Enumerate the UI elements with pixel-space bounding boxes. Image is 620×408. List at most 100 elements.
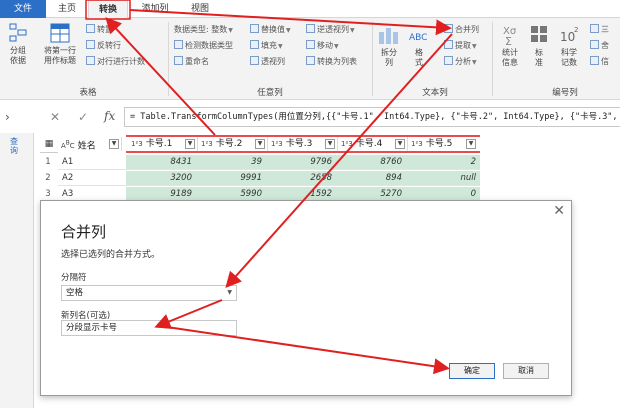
tab-view[interactable]: 视图 [182,0,218,18]
statistics-button[interactable]: Xσ Σ 统计 信息 [496,24,524,68]
separator-value: 空格 [66,288,84,298]
convert-to-list-button[interactable]: 转换为列表 [306,56,357,68]
parse-icon [444,56,453,65]
filter-dropdown-icon[interactable]: ▼ [255,139,265,149]
table-menu-icon[interactable]: ▦ [40,135,58,153]
to-list-label: 转换为列表 [317,57,357,66]
column-header-card-3[interactable]: 1²3 卡号.3 ▼ [268,137,338,151]
tab-transform[interactable]: 转换 [88,0,128,19]
tab-home[interactable]: 主页 [50,0,84,18]
table-row[interactable]: 2 A2 3200 9991 2658 894 null [40,171,480,186]
dialog-title: 合并列 [61,223,107,241]
move-button[interactable]: 移动▼ [306,40,339,52]
separator-select[interactable]: 空格 ▼ [61,285,237,301]
svg-text:Σ: Σ [505,35,512,46]
column-header-card-4[interactable]: 1²3 卡号.4 ▼ [338,137,408,151]
format-label: 格 式 [415,48,423,67]
count-rows-label: 对行进行计数 [97,57,145,66]
tab-file[interactable]: 文件 [0,0,46,18]
split-column-label: 拆分 列 [381,48,397,67]
move-icon [306,40,315,49]
table-cell[interactable]: null [406,171,480,186]
reverse-rows-button[interactable]: 反转行 [86,40,121,52]
pivot-label: 透视列 [261,57,285,66]
table-cell[interactable]: 9991 [196,171,266,186]
replace-values-button[interactable]: 替换值▼ [250,24,291,36]
column-header-name[interactable]: ABC 姓名 ▼ [58,137,122,151]
round-button[interactable]: 舍 [590,40,609,52]
formula-bar: › ✕ ✓ fx = Table.TransformColumnTypes(用位… [0,103,620,133]
detect-type-button[interactable]: 检测数据类型 [174,40,233,52]
standard-button[interactable]: 标 准 [528,24,550,68]
separator-label: 分隔符 [61,273,87,283]
group-by-label: 分组 依据 [10,46,26,65]
confirm-formula-icon[interactable]: ✓ [78,110,88,124]
tab-add-column[interactable]: 添加列 [132,0,178,18]
filter-dropdown-icon[interactable]: ▼ [185,139,195,149]
ribbon-tab-bar: 文件 主页 转换 添加列 视图 [0,0,620,19]
info-label: 信 [601,57,609,66]
chevron-down-icon: ▼ [472,43,477,50]
trig-icon [590,24,599,33]
trig-button[interactable]: 三 [590,24,609,36]
expand-queries-icon[interactable]: › [5,110,10,124]
column-header-card-2[interactable]: 1²3 卡号.2 ▼ [198,137,268,151]
filter-dropdown-icon[interactable]: ▼ [109,139,119,149]
ok-button[interactable]: 确定 [449,363,495,379]
rename-label: 重命名 [185,57,209,66]
cancel-button[interactable]: 取消 [503,363,549,379]
number-type-icon: 1²3 [341,140,353,148]
extract-button[interactable]: 提取▼ [444,40,477,52]
standard-ops-icon [531,26,547,42]
number-type-icon: 1²3 [411,140,423,148]
table-cell[interactable]: 2 [406,155,480,170]
exponent-icon: 10 2 [560,26,578,44]
table-cell[interactable]: A2 [58,171,126,186]
table-cell[interactable]: 2658 [266,171,336,186]
filter-dropdown-icon[interactable]: ▼ [466,139,476,149]
new-column-name-input[interactable]: 分段显示卡号 [61,320,237,336]
column-header-label: 卡号.1 [145,139,173,149]
pivot-column-button[interactable]: 透视列 [250,56,285,68]
data-type-label: 数据类型: 整数 [174,25,228,34]
table-row[interactable]: 1 A1 8431 39 9796 8760 2 [40,155,480,170]
queries-pane[interactable]: 查询 [0,133,34,408]
unpivot-button[interactable]: 逆透视列▼ [306,24,355,36]
formula-input[interactable]: = Table.TransformColumnTypes(用位置分列,{{"卡号… [124,107,620,127]
table-cell[interactable]: 9796 [266,155,336,170]
table-cell[interactable]: 894 [336,171,406,186]
column-header-card-1[interactable]: 1²3 卡号.1 ▼ [128,137,198,151]
filter-dropdown-icon[interactable]: ▼ [325,139,335,149]
scientific-button[interactable]: 10 2 科学 记数 [554,24,584,68]
extract-icon [444,40,453,49]
cancel-formula-icon[interactable]: ✕ [50,110,60,124]
split-column-button[interactable]: 拆分 列 [376,26,402,68]
data-type-dropdown[interactable]: 数据类型: 整数▼ [174,24,233,36]
chevron-down-icon: ▼ [228,27,233,34]
rename-button[interactable]: 重命名 [174,56,209,68]
number-type-icon: 1²3 [131,140,143,148]
table-cell[interactable]: A1 [58,155,126,170]
table-cell[interactable]: 8760 [336,155,406,170]
count-rows-button[interactable]: 对行进行计数 [86,56,145,68]
column-header-card-5[interactable]: 1²3 卡号.5 ▼ [408,137,478,151]
table-cell[interactable]: 3200 [126,171,196,186]
table-cell[interactable]: 39 [196,155,266,170]
transpose-icon [86,24,95,33]
table-group-label: 表格 [79,88,97,98]
first-row-header-button[interactable]: 将第一行 用作标题 [38,22,82,66]
pivot-icon [250,56,259,65]
number-type-icon: 1²3 [201,140,213,148]
parse-button[interactable]: 分析▼ [444,56,477,68]
filter-dropdown-icon[interactable]: ▼ [395,139,405,149]
transpose-button[interactable]: 转置 [86,24,113,36]
fill-button[interactable]: 填充▼ [250,40,283,52]
format-button[interactable]: ABC 格 式 [406,26,432,68]
column-header-label: 卡号.4 [355,139,383,149]
group-by-button[interactable]: 分组 依据 [4,22,32,66]
table-header-icon [50,23,70,43]
info-button[interactable]: 信 [590,56,609,68]
table-cell[interactable]: 8431 [126,155,196,170]
merge-columns-button[interactable]: 合并列 [444,24,479,36]
close-icon[interactable]: ✕ [553,203,565,219]
